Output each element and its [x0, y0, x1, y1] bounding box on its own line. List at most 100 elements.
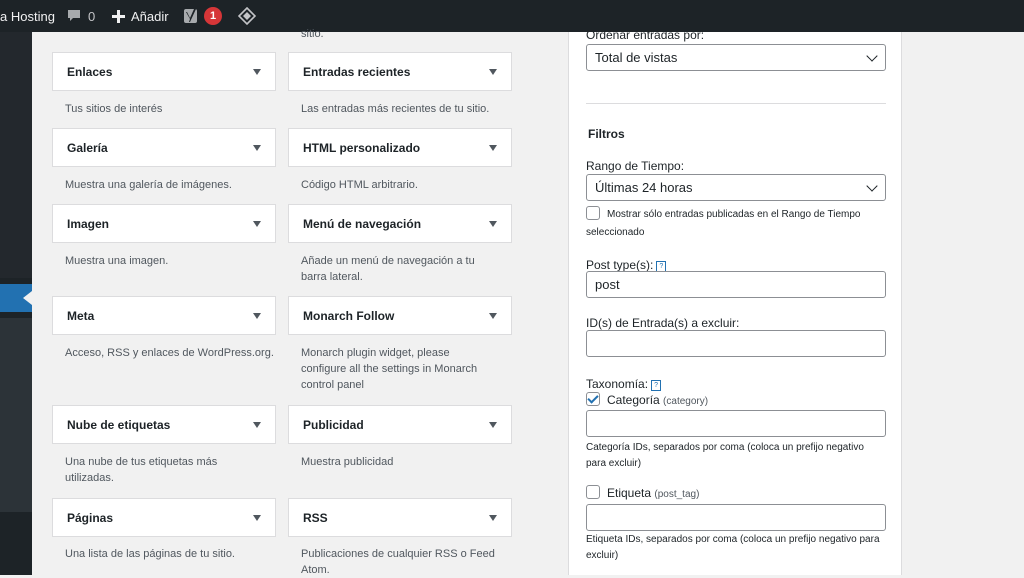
sidebar-submenu[interactable] [0, 318, 32, 512]
widget-description: Muestra publicidad [301, 456, 394, 468]
taxonomy-label: Taxonomía:? [586, 377, 662, 391]
widget-galeria[interactable]: Galería [52, 128, 276, 167]
add-new-label: Añadir [131, 8, 169, 24]
caret-down-icon[interactable] [253, 221, 261, 227]
tag-hint: Etiqueta IDs, separados por coma (coloca… [586, 534, 880, 561]
comment-bubble-icon [68, 10, 80, 21]
time-range-select[interactable]: Últimas 24 horas [586, 174, 886, 201]
post-types-label: Post type(s):? [586, 258, 667, 272]
cutoff-description: sitio. [301, 28, 324, 40]
post-types-input[interactable]: post [586, 271, 886, 298]
widget-title: Páginas [67, 511, 114, 525]
widget-title: Imagen [67, 217, 110, 231]
tag-name: Etiqueta [607, 486, 652, 500]
exclude-ids-input[interactable] [586, 330, 886, 357]
category-ids-input[interactable] [586, 410, 886, 437]
yoast-logo-icon [184, 9, 197, 23]
widget-rss[interactable]: RSS [288, 498, 512, 537]
chevron-down-icon [866, 180, 878, 192]
widget-monarch-follow[interactable]: Monarch Follow [288, 296, 512, 335]
admin-sidebar [0, 32, 32, 575]
caret-down-icon[interactable] [253, 145, 261, 151]
widget-description: Monarch plugin widget, please configure … [301, 347, 478, 391]
widget-title: Entradas recientes [303, 65, 411, 79]
widget-title: Nube de etiquetas [67, 418, 171, 432]
caret-down-icon[interactable] [489, 221, 497, 227]
tag-checkbox[interactable] [586, 485, 600, 499]
widget-title: Publicidad [303, 418, 364, 432]
widget-description: Tus sitios de interés [65, 103, 163, 115]
widget-description: Añade un menú de navegación a tu barra l… [301, 255, 475, 283]
tag-slug: (post_tag) [654, 489, 700, 500]
taxonomy-text: Taxonomía: [586, 377, 649, 391]
widget-title: Monarch Follow [303, 309, 395, 323]
category-slug: (category) [663, 396, 709, 407]
caret-down-icon[interactable] [253, 422, 261, 428]
comments-link[interactable]: 0 [66, 0, 95, 32]
caret-down-icon[interactable] [489, 422, 497, 428]
order-by-select[interactable]: Total de vistas [586, 44, 886, 71]
widget-title: Meta [67, 309, 95, 323]
caret-down-icon[interactable] [253, 313, 261, 319]
category-hint: Categoría IDs, separados por coma (coloc… [586, 442, 864, 469]
widget-description: Muestra una galería de imágenes. [65, 179, 232, 191]
order-by-label: Ordenar entradas por: [586, 28, 705, 42]
published-only-checkbox[interactable] [586, 206, 600, 220]
widget-description: Una nube de tus etiquetas más utilizadas… [65, 456, 218, 484]
widget-enlaces[interactable]: Enlaces [52, 52, 276, 91]
widget-title: Enlaces [67, 65, 113, 79]
filters-heading: Filtros [588, 127, 625, 141]
widget-entradas-recientes[interactable]: Entradas recientes [288, 52, 512, 91]
widget-title: Galería [67, 141, 108, 155]
diamond-icon [238, 7, 256, 25]
widget-description: Acceso, RSS y enlaces de WordPress.org. [65, 347, 274, 359]
time-range-value: Últimas 24 horas [595, 180, 693, 195]
plugin-menu-link[interactable] [238, 0, 256, 32]
chevron-down-icon [866, 50, 878, 62]
widget-imagen[interactable]: Imagen [52, 204, 276, 243]
admin-bar: a Hosting 0 Añadir 1 [0, 0, 1024, 32]
widget-html-personalizado[interactable]: HTML personalizado [288, 128, 512, 167]
caret-down-icon[interactable] [489, 145, 497, 151]
caret-down-icon[interactable] [489, 69, 497, 75]
caret-down-icon[interactable] [489, 515, 497, 521]
widget-description: Muestra una imagen. [65, 255, 169, 267]
widget-publicidad[interactable]: Publicidad [288, 405, 512, 444]
yoast-seo-link[interactable]: 1 [184, 0, 222, 32]
exclude-ids-label: ID(s) de Entrada(s) a excluir: [586, 316, 740, 330]
site-name-link[interactable]: a Hosting [0, 0, 55, 32]
widget-meta[interactable]: Meta [52, 296, 276, 335]
page-background [902, 32, 1024, 575]
tag-label: Etiqueta (post_tag) [607, 486, 699, 500]
time-range-label: Rango de Tiempo: [586, 159, 685, 173]
help-icon[interactable]: ? [651, 380, 662, 391]
widget-title: RSS [303, 511, 328, 525]
notification-badge: 1 [204, 7, 222, 25]
category-label: Categoría (category) [607, 393, 708, 407]
caret-down-icon[interactable] [253, 69, 261, 75]
site-name: a Hosting [0, 8, 55, 24]
post-types-text: Post type(s): [586, 258, 654, 272]
caret-down-icon[interactable] [489, 313, 497, 319]
tag-ids-input[interactable] [586, 504, 886, 531]
published-only-label: Mostrar sólo entradas publicadas en el R… [607, 209, 861, 220]
widget-paginas[interactable]: Páginas [52, 498, 276, 537]
add-new-link[interactable]: Añadir [112, 0, 169, 32]
caret-down-icon[interactable] [253, 515, 261, 521]
widget-menu-navegacion[interactable]: Menú de navegación [288, 204, 512, 243]
widget-title: HTML personalizado [303, 141, 421, 155]
plus-icon [112, 9, 125, 23]
post-types-value: post [595, 277, 620, 292]
category-checkbox[interactable] [586, 392, 600, 406]
widget-description: Publicaciones de cualquier RSS o Feed At… [301, 548, 495, 576]
widget-nube-etiquetas[interactable]: Nube de etiquetas [52, 405, 276, 444]
widget-description: Las entradas más recientes de tu sitio. [301, 103, 490, 115]
published-only-label-cont: seleccionado [586, 227, 645, 238]
section-divider [586, 103, 886, 104]
order-by-value: Total de vistas [595, 50, 678, 65]
widget-title: Menú de navegación [303, 217, 422, 231]
sidebar-menu-top[interactable] [0, 32, 32, 278]
comments-count: 0 [88, 8, 96, 24]
active-item-arrow [23, 291, 32, 305]
widget-description: Código HTML arbitrario. [301, 179, 418, 191]
